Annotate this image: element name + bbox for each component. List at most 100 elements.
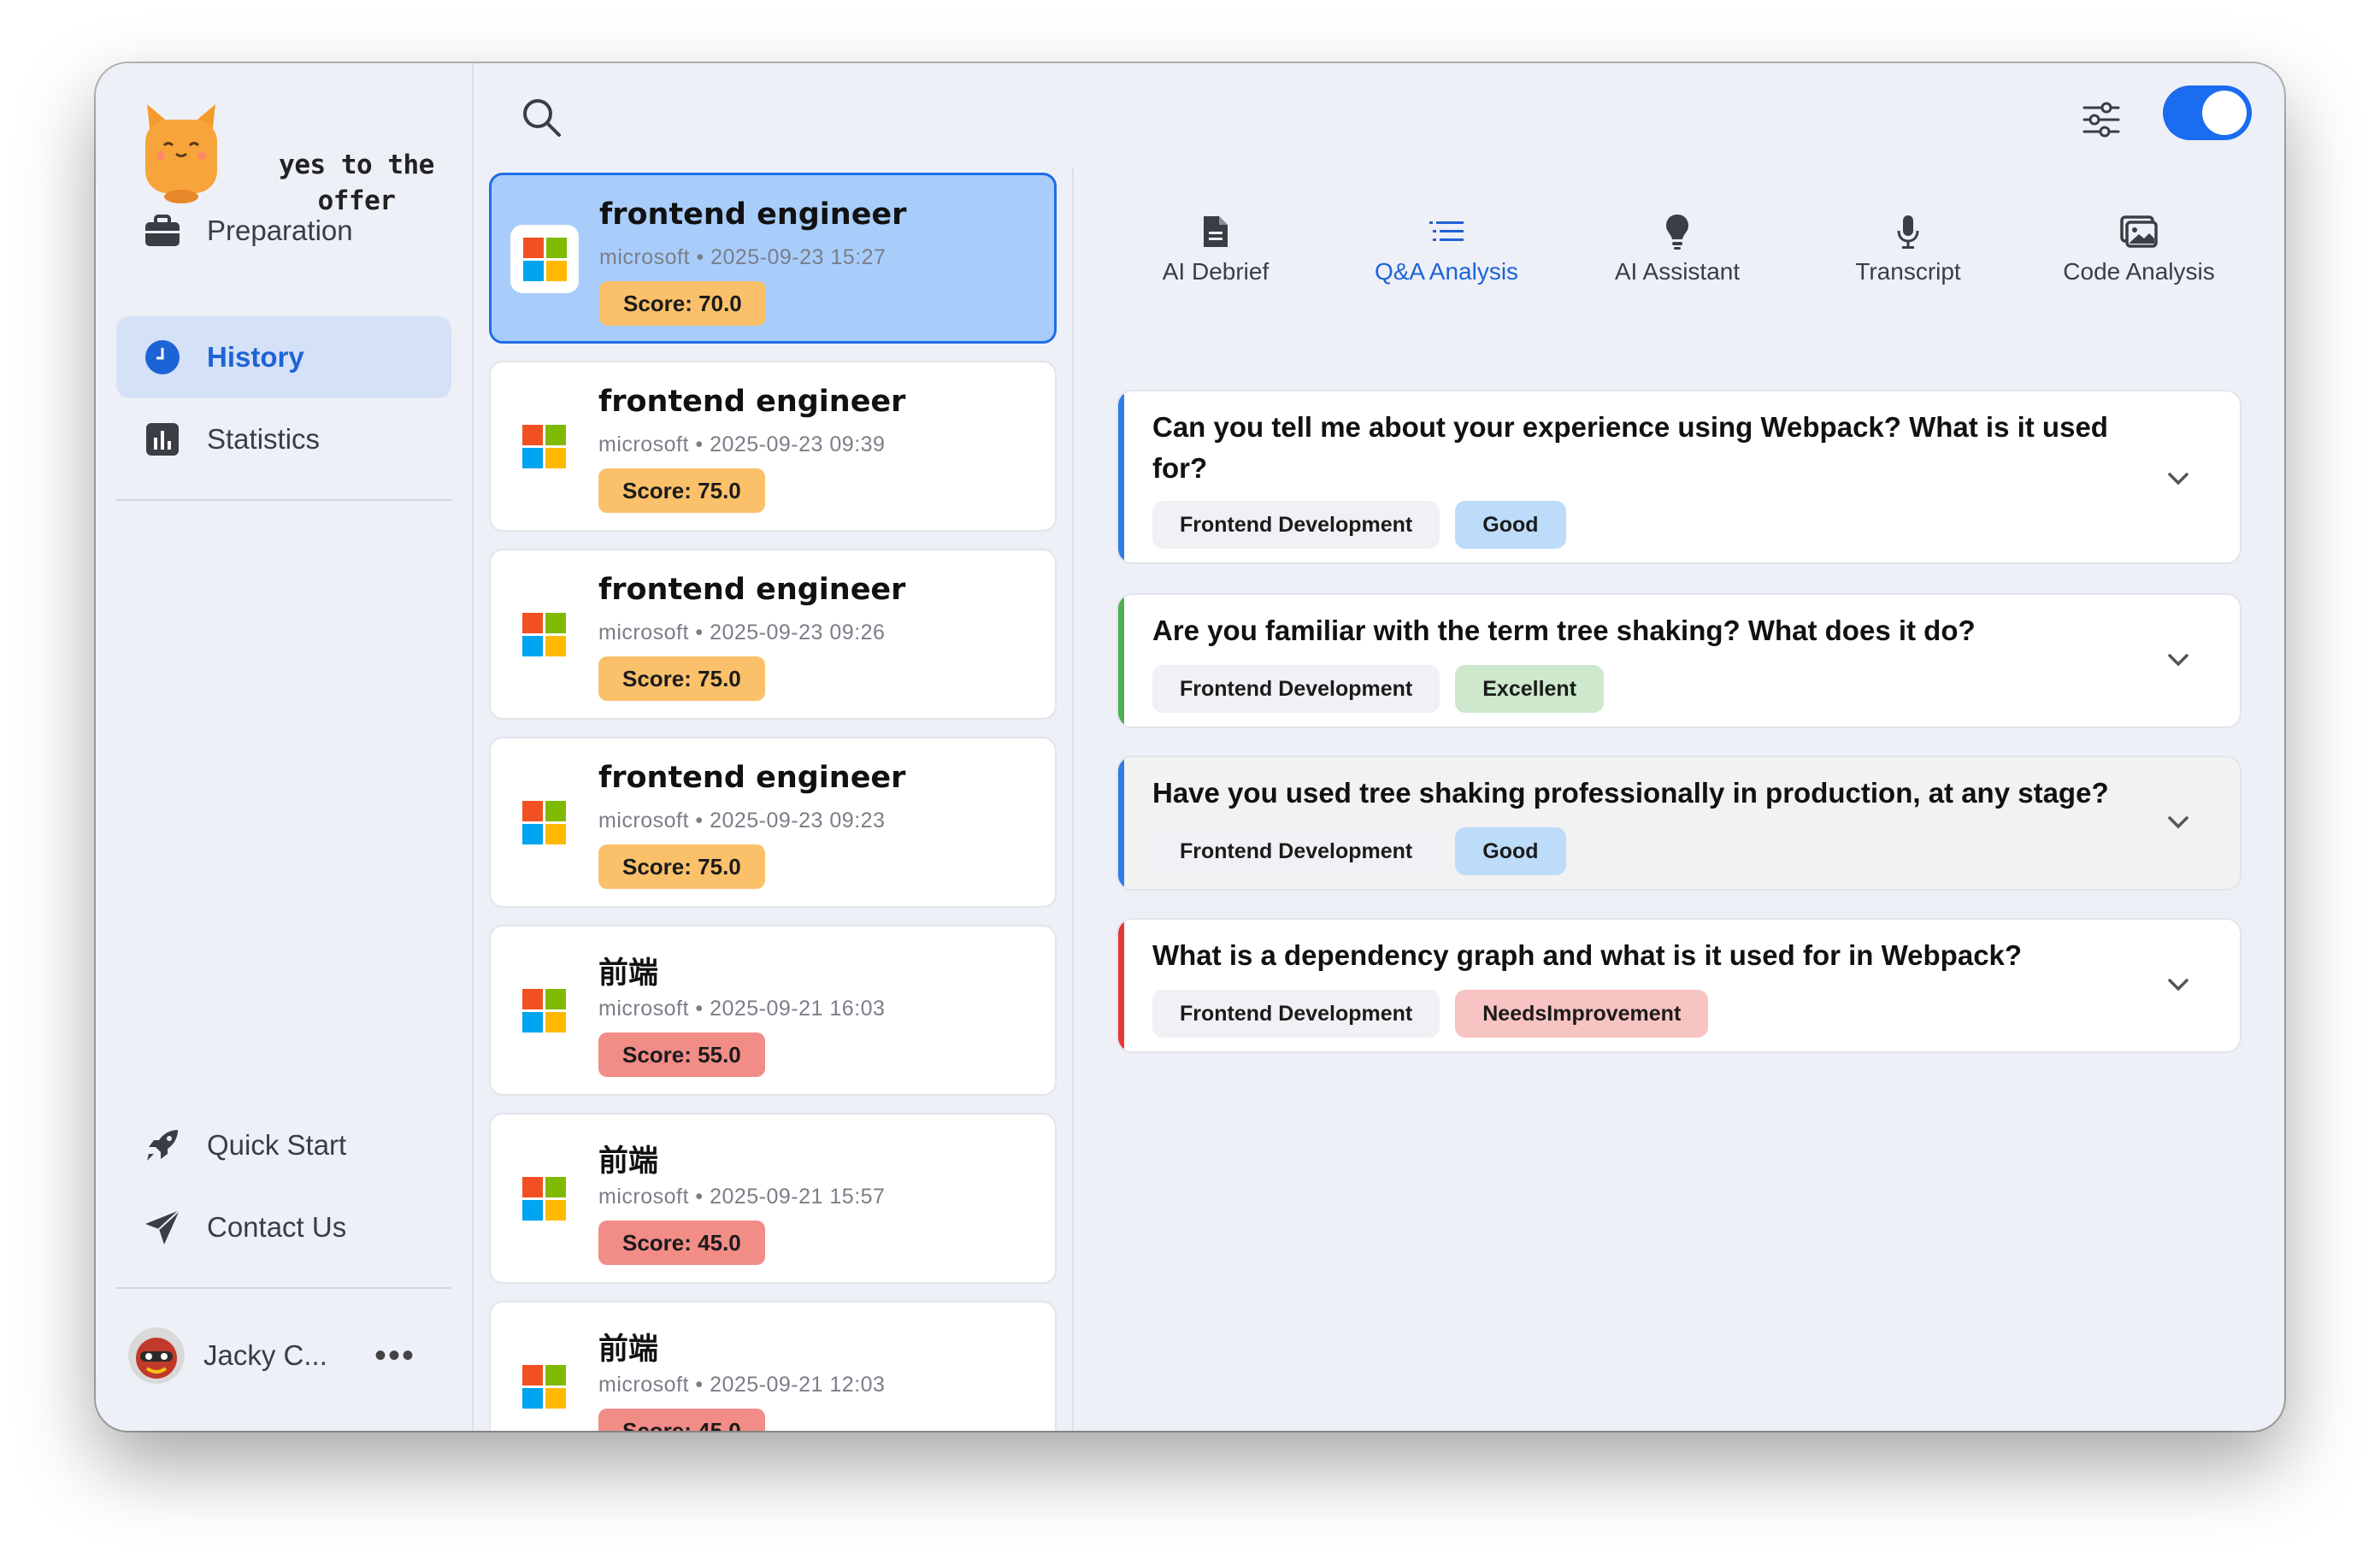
rating-indicator-bar	[1118, 920, 1124, 1051]
history-card[interactable]: 前端 microsoft • 2025-09-21 16:03 Score: 55.…	[489, 925, 1057, 1096]
history-card[interactable]: 前端 microsoft • 2025-09-21 12:03 Score: 45.…	[489, 1301, 1057, 1431]
tab-ai-debrief[interactable]: AI Debrief	[1113, 210, 1318, 296]
sidebar: yes to the offer Preparation History Sta…	[96, 63, 474, 1431]
score-badge: Score: 70.0	[599, 281, 766, 326]
mode-toggle[interactable]	[2163, 85, 2252, 140]
history-card[interactable]: 前端 microsoft • 2025-09-21 15:57 Score: 45.…	[489, 1113, 1057, 1284]
history-card-meta: microsoft • 2025-09-23 09:39	[598, 432, 885, 457]
category-tag: Frontend Development	[1152, 665, 1440, 713]
sidebar-item-label: History	[207, 341, 304, 373]
score-badge: Score: 75.0	[598, 656, 765, 701]
rating-tag: Excellent	[1455, 665, 1605, 713]
microsoft-logo-icon	[510, 600, 578, 668]
history-card-title: frontend engineer	[598, 573, 906, 607]
separator: •	[689, 245, 711, 269]
datetime: 2025-09-21 15:57	[710, 1185, 886, 1209]
history-card-meta: microsoft • 2025-09-23 09:26	[598, 621, 885, 645]
rating-indicator-bar	[1118, 757, 1124, 889]
chevron-down-icon[interactable]	[2161, 462, 2195, 496]
chevron-down-icon[interactable]	[2161, 805, 2195, 839]
separator: •	[688, 1373, 710, 1397]
divider	[1072, 168, 1074, 1431]
history-card-title: 前端	[598, 956, 659, 991]
tab-label: AI Debrief	[1162, 258, 1270, 285]
tab-transcript[interactable]: Transcript	[1806, 210, 2011, 296]
history-card-meta: microsoft • 2025-09-23 09:23	[598, 809, 885, 833]
tab-label: Code Analysis	[2063, 258, 2215, 285]
datetime: 2025-09-23 09:23	[710, 809, 886, 832]
tab-label: Transcript	[1855, 258, 1961, 285]
microphone-icon	[1897, 215, 1919, 249]
separator: •	[688, 997, 710, 1021]
clock-icon	[144, 338, 181, 376]
document-icon	[1204, 216, 1228, 247]
history-card-title: frontend engineer	[598, 385, 906, 419]
question-text: What is a dependency graph and what is i…	[1152, 939, 2023, 971]
sidebar-item-quick-start[interactable]: Quick Start	[116, 1104, 451, 1186]
sidebar-item-label: Quick Start	[207, 1129, 347, 1161]
score-badge: Score: 45.0	[598, 1221, 765, 1265]
history-card-meta: microsoft • 2025-09-23 15:27	[599, 245, 886, 270]
history-card-meta: microsoft • 2025-09-21 16:03	[598, 997, 885, 1021]
category-tag: Frontend Development	[1152, 827, 1440, 875]
question-card[interactable]: What is a dependency graph and what is i…	[1116, 918, 2242, 1053]
company-name: microsoft	[598, 809, 689, 832]
avatar	[128, 1327, 185, 1384]
question-card[interactable]: Can you tell me about your experience us…	[1116, 390, 2242, 564]
category-tag: Frontend Development	[1152, 501, 1440, 549]
question-text: Have you used tree shaking professionall…	[1152, 777, 2109, 809]
sidebar-item-preparation[interactable]: Preparation	[116, 190, 451, 272]
score-badge: Score: 45.0	[598, 1409, 765, 1431]
datetime: 2025-09-23 09:39	[710, 432, 886, 456]
microsoft-logo-icon	[510, 788, 578, 856]
score-badge: Score: 75.0	[598, 844, 765, 889]
rating-indicator-bar	[1118, 391, 1124, 562]
send-icon	[144, 1209, 181, 1246]
history-card[interactable]: frontend engineer microsoft • 2025-09-23 …	[489, 549, 1057, 720]
history-card[interactable]: frontend engineer microsoft • 2025-09-23 …	[489, 737, 1057, 908]
more-options-button[interactable]: •••	[374, 1337, 415, 1375]
sidebar-item-statistics[interactable]: Statistics	[116, 398, 451, 480]
chevron-down-icon[interactable]	[2161, 968, 2195, 1002]
question-card[interactable]: Are you familiar with the term tree shak…	[1116, 593, 2242, 728]
history-card[interactable]: frontend engineer microsoft • 2025-09-23 …	[489, 361, 1057, 532]
microsoft-logo-icon	[510, 225, 579, 293]
cat-logo-icon	[145, 104, 217, 203]
history-card[interactable]: frontend engineer microsoft • 2025-09-23 …	[489, 173, 1057, 344]
history-card-meta: microsoft • 2025-09-21 15:57	[598, 1185, 885, 1209]
tab-label: Q&A Analysis	[1374, 258, 1519, 285]
microsoft-logo-icon	[510, 1352, 578, 1421]
search-icon	[523, 99, 561, 137]
question-text: Can you tell me about your experience us…	[1152, 411, 2108, 484]
history-list[interactable]: frontend engineer microsoft • 2025-09-23 …	[487, 173, 1058, 1431]
rocket-icon	[144, 1127, 181, 1164]
user-name: Jacky C...	[203, 1339, 327, 1371]
history-card-title: 前端	[598, 1333, 659, 1367]
microsoft-logo-icon	[510, 412, 578, 480]
user-profile[interactable]: Jacky C... •••	[128, 1321, 453, 1390]
filter-settings-button[interactable]	[2079, 97, 2124, 142]
history-card-meta: microsoft • 2025-09-21 12:03	[598, 1373, 885, 1397]
score-badge: Score: 75.0	[598, 468, 765, 513]
datetime: 2025-09-23 09:26	[710, 621, 886, 644]
question-card[interactable]: Have you used tree shaking professionall…	[1116, 756, 2242, 891]
sidebar-item-history[interactable]: History	[116, 316, 451, 398]
tab-code-analysis[interactable]: Code Analysis	[2036, 210, 2242, 296]
images-icon	[2120, 215, 2158, 248]
tab-qa-analysis[interactable]: Q&A Analysis	[1344, 210, 1549, 296]
company-name: microsoft	[598, 621, 689, 644]
company-name: microsoft	[598, 997, 689, 1021]
company-name: microsoft	[598, 1185, 689, 1209]
rating-tag: Good	[1455, 501, 1566, 549]
separator: •	[688, 1185, 710, 1209]
sidebar-item-contact-us[interactable]: Contact Us	[116, 1186, 451, 1268]
score-badge: Score: 55.0	[598, 1032, 765, 1077]
search-button[interactable]	[518, 94, 566, 142]
chevron-down-icon[interactable]	[2161, 643, 2195, 677]
tab-ai-assistant[interactable]: AI Assistant	[1575, 210, 1780, 296]
datetime: 2025-09-21 16:03	[710, 997, 886, 1021]
app-window: yes to the offer Preparation History Sta…	[96, 63, 2284, 1431]
history-card-title: frontend engineer	[599, 197, 907, 232]
sidebar-item-label: Preparation	[207, 215, 353, 246]
history-card-title: 前端	[598, 1144, 659, 1179]
